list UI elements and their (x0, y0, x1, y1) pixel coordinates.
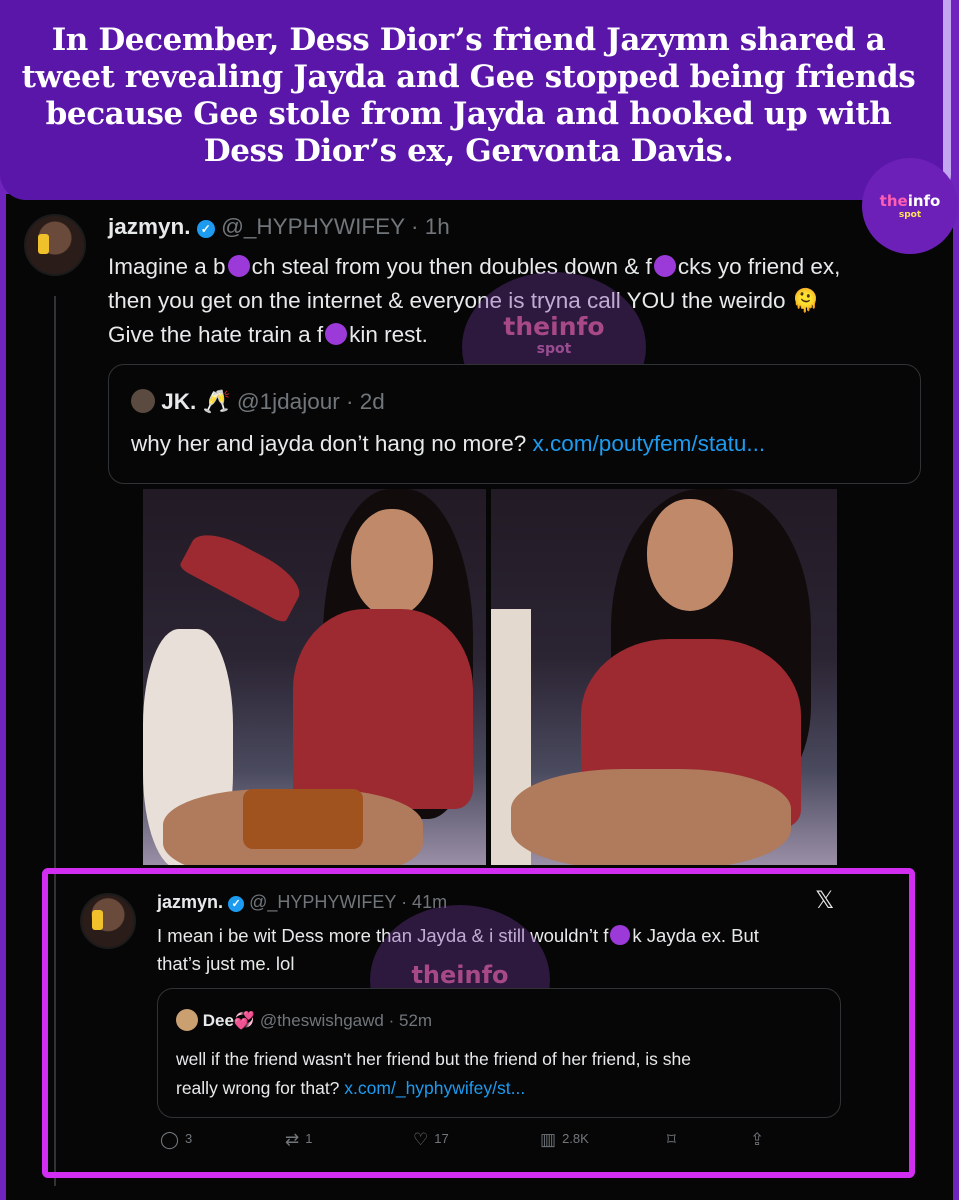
quoted-author-name: Dee💞 (202, 1011, 256, 1030)
quoted-author-handle: @1jdajour (236, 389, 340, 414)
verified-badge-icon: ✓ (228, 896, 245, 912)
censor-blob (610, 925, 631, 945)
quoted-text: why her and jayda don’t hang no more? (131, 431, 527, 456)
quoted-tweet[interactable]: JK. 🥂 @1jdajour · 2d why her and jayda d… (108, 364, 921, 484)
verified-badge-icon: ✓ (196, 220, 215, 238)
quoted-author-name: JK. 🥂 (161, 389, 231, 414)
views-button[interactable]: ▥ 2.8K (540, 1130, 589, 1150)
bookmark-icon: ⌑ (667, 1130, 676, 1149)
repost-button[interactable]: ⇄ 1 (285, 1130, 312, 1150)
quoted-text: really wrong for that? (176, 1078, 340, 1098)
quoted-timestamp: · 2d (345, 389, 385, 414)
quoted-timestamp: · 52m (388, 1011, 433, 1030)
tweet-author-handle[interactable]: @_HYPHYWIFEY (221, 214, 405, 239)
headline-banner: In December, Dess Dior’s friend Jazymn s… (0, 0, 951, 200)
like-button[interactable]: ♡ 17 (413, 1130, 449, 1150)
reply-button[interactable]: ◯ 3 (160, 1130, 192, 1150)
avatar (176, 1009, 198, 1031)
tweet-photo[interactable] (491, 489, 837, 865)
avatar (131, 389, 155, 413)
quoted-author-handle: @theswishgawd (259, 1011, 384, 1030)
censor-blob (325, 323, 348, 345)
quoted-link[interactable]: x.com/poutyfem/statu... (533, 431, 766, 456)
reply-icon: ◯ (160, 1130, 180, 1149)
headline-text: In December, Dess Dior’s friend Jazymn s… (21, 22, 916, 169)
tweet-author-name[interactable]: jazmyn. (157, 892, 223, 912)
brand-logo-wordmark: theinfo (879, 192, 941, 210)
repost-icon: ⇄ (285, 1130, 300, 1149)
avatar[interactable] (80, 893, 136, 949)
watermark-text: theinfo (411, 961, 509, 989)
avatar[interactable] (24, 214, 86, 276)
tweet-photo[interactable] (143, 489, 486, 865)
bookmark-button[interactable]: ⌑ (667, 1130, 682, 1150)
tweet-author-name[interactable]: jazmyn. (108, 214, 191, 239)
heart-icon: ♡ (413, 1130, 429, 1149)
watermark-text: theinfo (503, 312, 605, 341)
x-logo-icon[interactable]: 𝕏 (815, 886, 834, 915)
quoted-tweet[interactable]: Dee💞 @theswishgawd · 52m well if the fri… (157, 988, 841, 1118)
views-icon: ▥ (540, 1130, 557, 1149)
censor-blob (227, 255, 250, 277)
share-button[interactable]: ⇪ (750, 1130, 770, 1150)
tweet-timestamp[interactable]: · 1h (411, 214, 450, 239)
tweet-header: jazmyn. ✓ @_HYPHYWIFEY · 1h (108, 212, 928, 242)
censor-blob (653, 255, 676, 277)
share-icon: ⇪ (750, 1130, 765, 1149)
quoted-text: well if the friend wasn't her friend but… (176, 1049, 692, 1069)
quoted-link[interactable]: x.com/_hyphywifey/st... (344, 1078, 525, 1098)
